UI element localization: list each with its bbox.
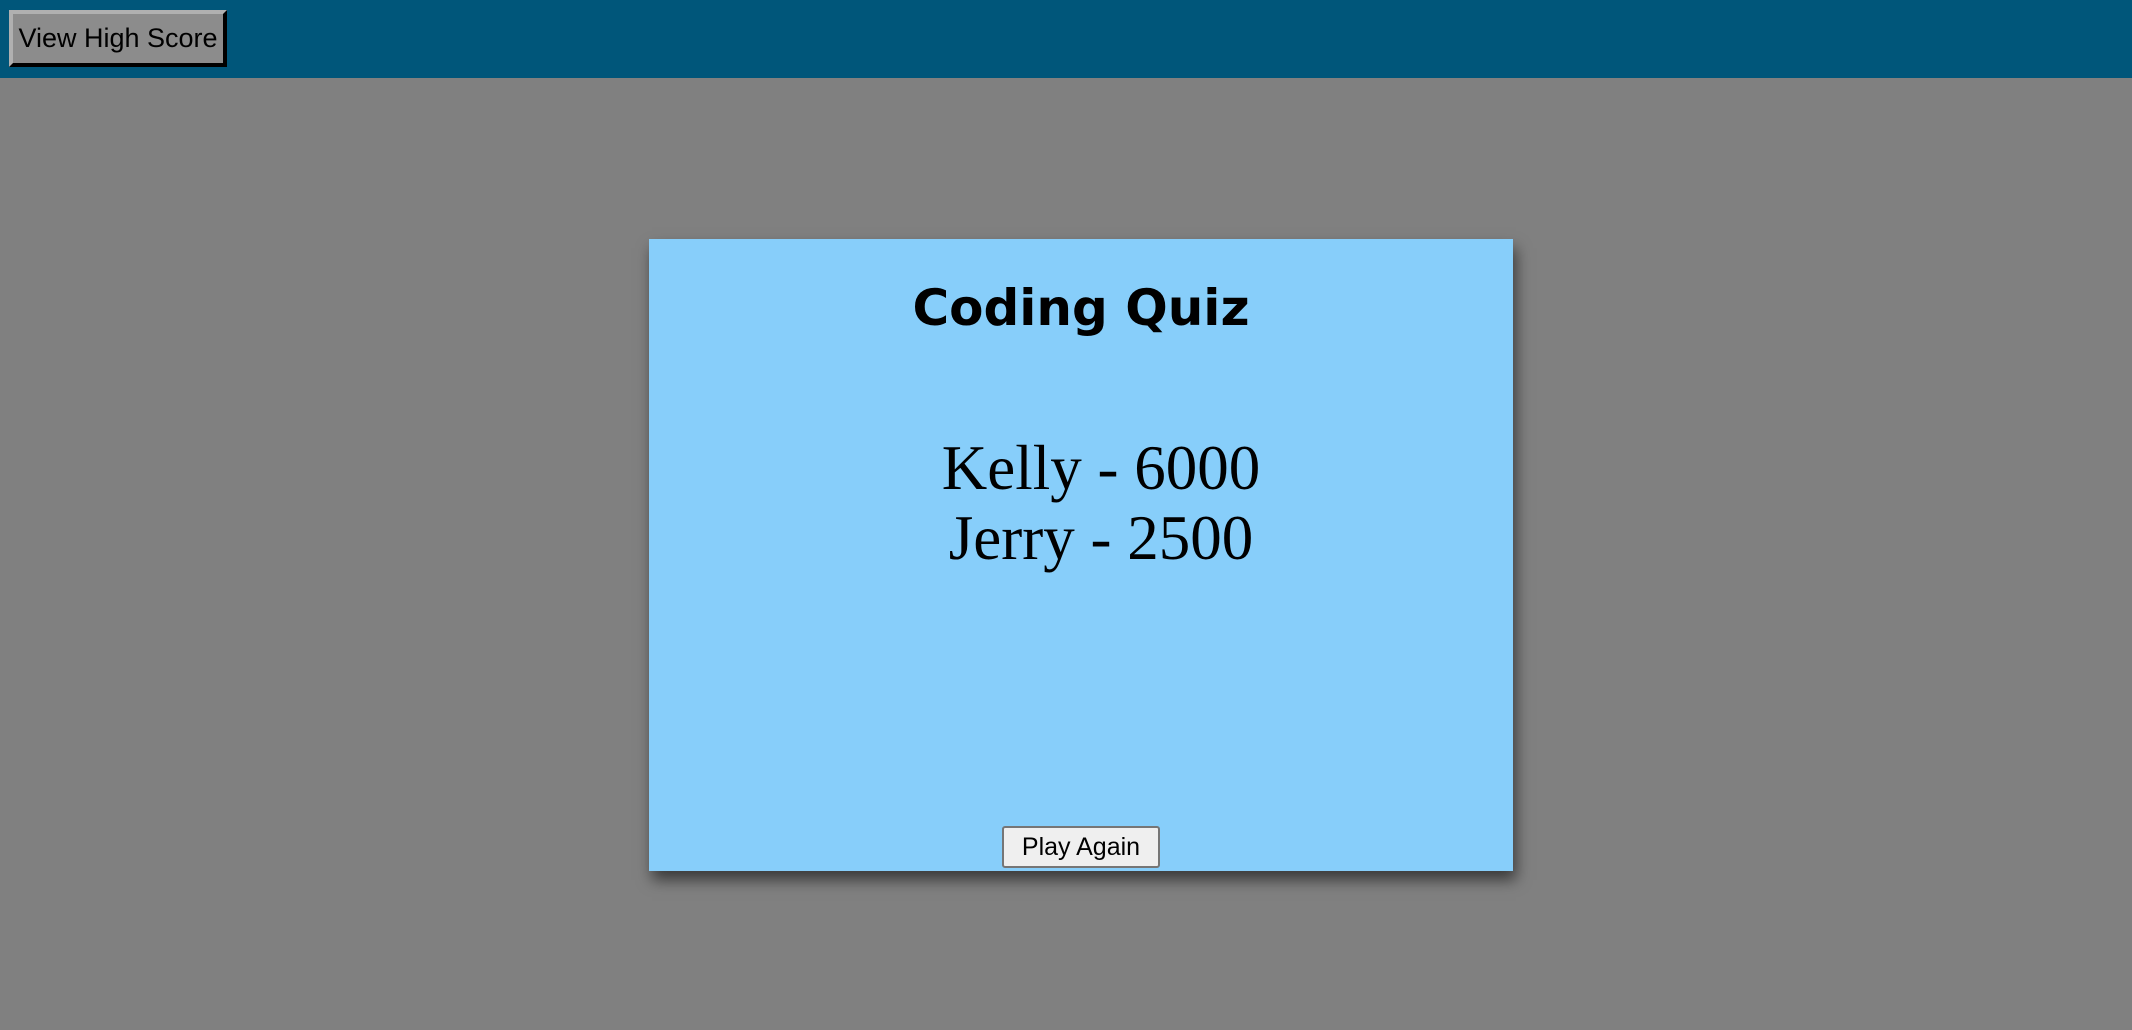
- high-score-list: Kelly - 6000 Jerry - 2500: [649, 433, 1513, 573]
- top-bar: View High Score: [0, 0, 2132, 78]
- high-score-entry: Kelly - 6000: [941, 433, 1261, 503]
- quiz-card: Coding Quiz Kelly - 6000 Jerry - 2500 Pl…: [649, 239, 1513, 871]
- play-again-button[interactable]: Play Again: [1002, 826, 1160, 868]
- high-score-entry: Jerry - 2500: [948, 503, 1254, 573]
- quiz-title: Coding Quiz: [912, 279, 1250, 337]
- view-high-score-button[interactable]: View High Score: [9, 10, 227, 67]
